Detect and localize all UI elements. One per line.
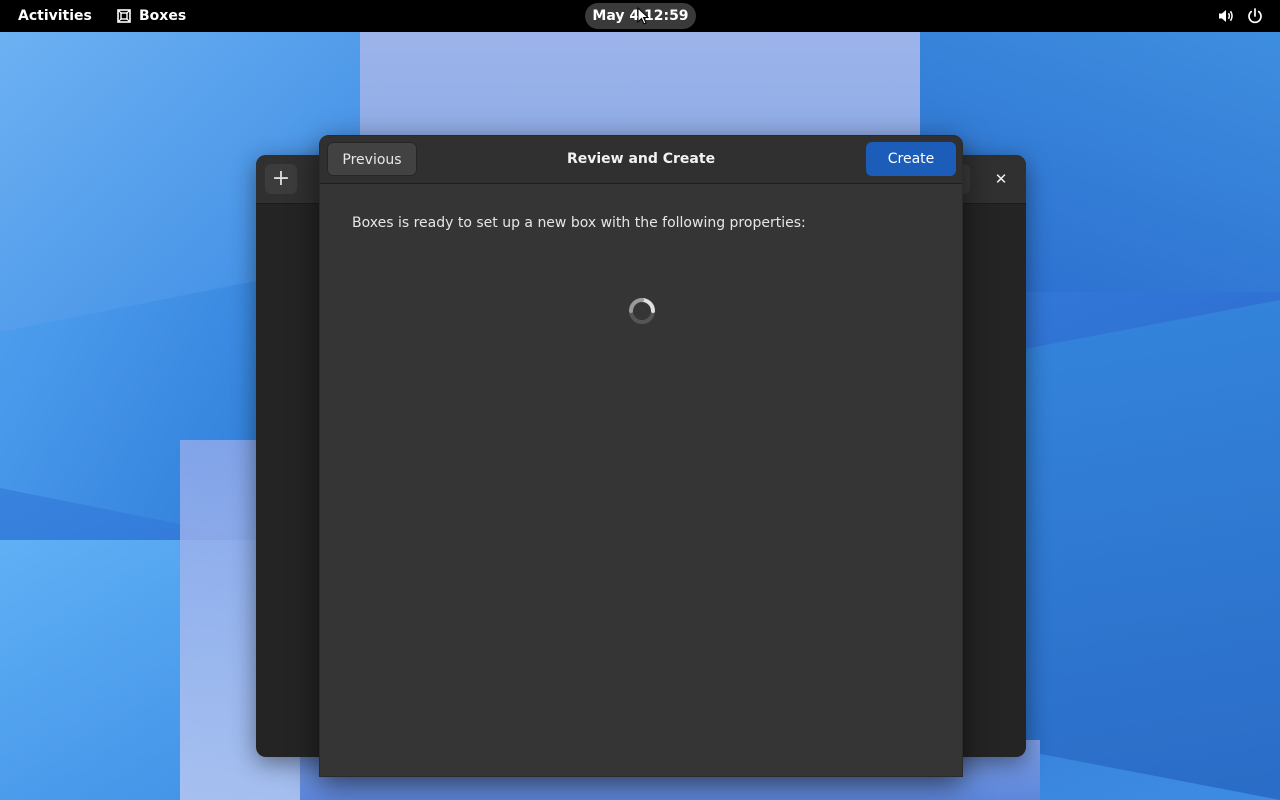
dialog-header: Review and Create Previous Create	[320, 136, 962, 184]
create-button[interactable]: Create	[866, 142, 956, 176]
power-icon[interactable]	[1246, 7, 1264, 25]
dialog-message: Boxes is ready to set up a new box with …	[352, 215, 806, 231]
previous-button[interactable]: Previous	[327, 142, 417, 176]
activities-button[interactable]: Activities	[18, 0, 92, 32]
close-window-button[interactable]: ✕	[989, 167, 1013, 191]
app-menu-button[interactable]: Boxes	[116, 0, 186, 32]
add-box-button[interactable]: +	[265, 164, 297, 194]
spinner-icon	[629, 298, 655, 324]
plus-icon: +	[271, 166, 291, 191]
volume-icon[interactable]	[1217, 7, 1235, 25]
boxes-icon	[117, 9, 131, 23]
create-box-dialog: Review and Create Previous Create Boxes …	[319, 135, 963, 777]
header-button-edge	[962, 164, 970, 194]
mouse-cursor-icon	[637, 7, 649, 25]
wallpaper-facet	[1020, 300, 1280, 800]
app-menu-label: Boxes	[139, 8, 187, 24]
close-icon: ✕	[994, 170, 1008, 188]
